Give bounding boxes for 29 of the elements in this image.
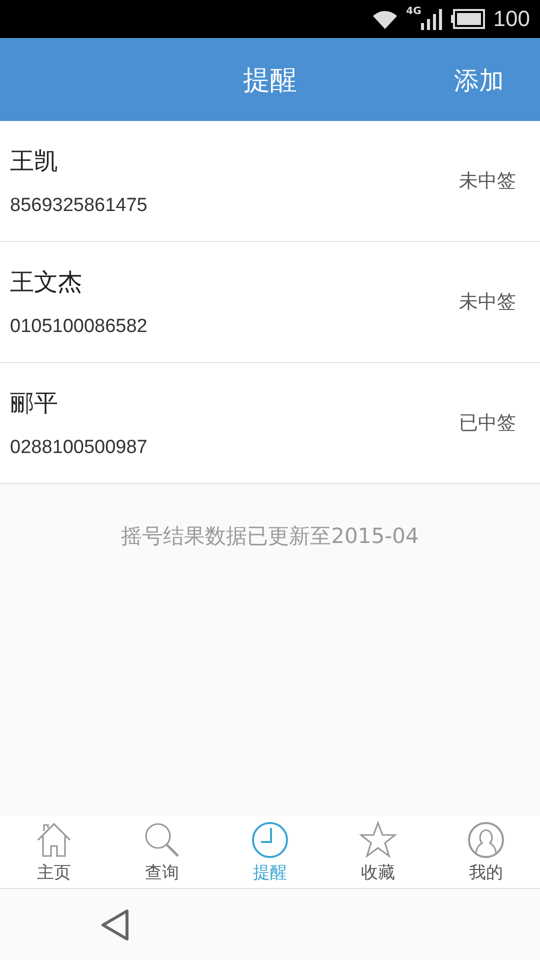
record-name: 王文杰 <box>10 267 83 298</box>
star-icon <box>359 820 397 858</box>
home-icon <box>35 820 73 858</box>
record-name: 王凯 <box>10 146 59 177</box>
network-type: 4G <box>406 6 422 17</box>
record-status: 未中签 <box>459 290 516 315</box>
battery-level: 100 <box>493 6 530 32</box>
wifi-icon <box>372 8 398 30</box>
record-status: 未中签 <box>459 169 516 194</box>
tab[interactable]: 查询 <box>108 816 216 888</box>
record-row[interactable]: 王凯 8569325861475 未中签 <box>0 121 540 242</box>
signal-icon <box>421 8 444 30</box>
tab[interactable]: 收藏 <box>324 816 432 888</box>
record-number: 0288100500987 <box>10 437 148 459</box>
update-notice: 摇号结果数据已更新至2015-04 <box>121 524 419 548</box>
page-title: 提醒 <box>243 64 297 98</box>
user-icon <box>467 820 505 858</box>
tab[interactable]: 我的 <box>432 816 540 888</box>
search-icon <box>143 820 181 858</box>
record-name: 郦平 <box>10 388 59 419</box>
tab[interactable]: 主页 <box>0 816 108 888</box>
record-status: 已中签 <box>459 411 516 436</box>
record-number: 8569325861475 <box>10 195 148 217</box>
record-row[interactable]: 王文杰 0105100086582 未中签 <box>0 242 540 363</box>
clock-icon <box>251 820 289 858</box>
record-number: 0105100086582 <box>10 316 148 338</box>
back-icon[interactable] <box>100 908 130 940</box>
battery-icon <box>451 9 486 29</box>
record-row[interactable]: 郦平 0288100500987 已中签 <box>0 363 540 484</box>
